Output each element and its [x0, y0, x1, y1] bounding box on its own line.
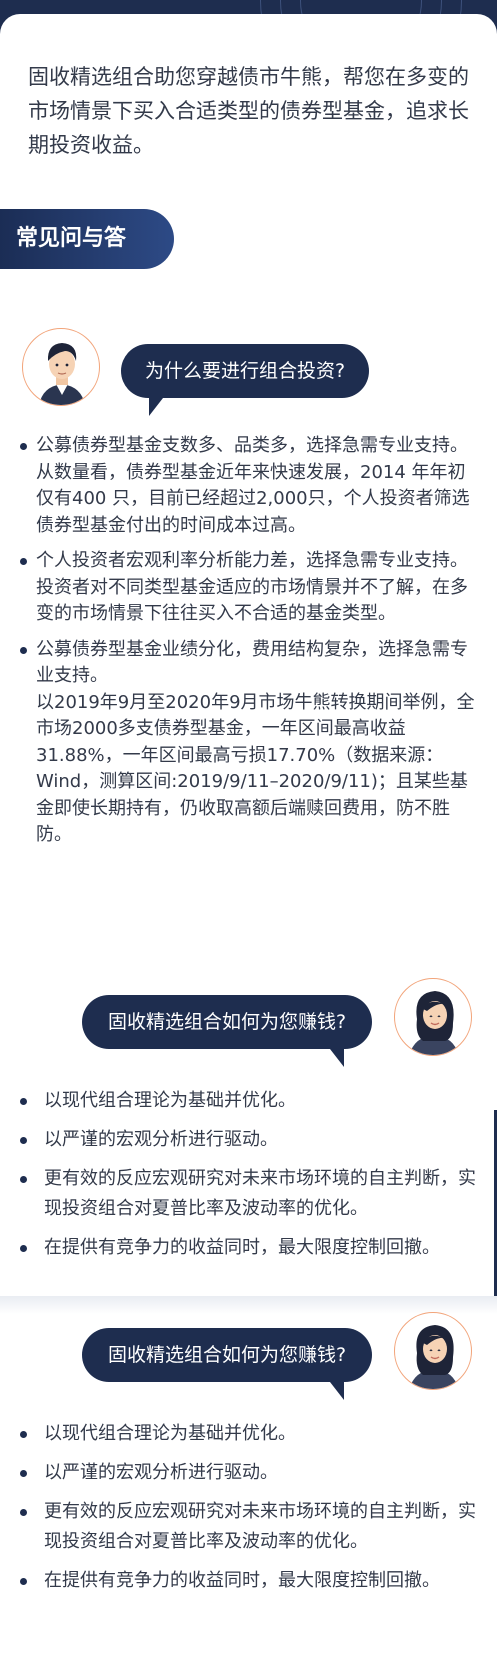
point-text: 以严谨的宏观分析进行驱动。: [44, 1462, 278, 1483]
list-item: 个人投资者宏观利率分析能力差，选择急需专业支持。 投资者对不同类型基金适应的市场…: [20, 548, 475, 628]
reason-heading: 公募债券型基金支数多、品类多，选择急需专业支持。: [36, 435, 468, 456]
bullet-icon: [20, 1176, 27, 1183]
reason-heading: 公募债券型基金业绩分化，费用结构复杂，选择急需专业支持。: [36, 638, 468, 687]
bullet-icon: [20, 1137, 27, 1144]
list-item: 以现代组合理论为基础并优化。: [20, 1086, 480, 1116]
bullet-icon: [20, 1245, 27, 1252]
point-text: 以现代组合理论为基础并优化。: [44, 1090, 296, 1111]
bullet-icon: [20, 1431, 27, 1438]
reason-detail: 从数量看，债券型基金近年来快速发展，2014 年年初仅有400 只，目前已经超过…: [36, 461, 470, 536]
reasons-list: 公募债券型基金支数多、品类多，选择急需专业支持。 从数量看，债券型基金近年来快速…: [20, 433, 475, 858]
bullet-icon: [20, 1470, 27, 1477]
bullet-icon: [20, 1578, 27, 1585]
bullet-icon: [20, 646, 27, 654]
reason-detail: 以2019年9月至2020年9月市场牛熊转换期间举例，全市场2000多支债券型基…: [36, 691, 475, 846]
point-text: 在提供有竞争力的收益同时，最大限度控制回撤。: [44, 1237, 440, 1258]
list-item: 公募债券型基金业绩分化，费用结构复杂，选择急需专业支持。 以2019年9月至20…: [20, 637, 475, 849]
list-item: 公募债券型基金支数多、品类多，选择急需专业支持。 从数量看，债券型基金近年来快速…: [20, 433, 475, 539]
bubble-tail: [324, 1382, 344, 1400]
point-text: 在提供有竞争力的收益同时，最大限度控制回撤。: [44, 1570, 440, 1591]
points-list-1: 以现代组合理论为基础并优化。 以严谨的宏观分析进行驱动。 更有效的反应宏观研究对…: [20, 1086, 480, 1272]
list-item: 以现代组合理论为基础并优化。: [20, 1419, 480, 1449]
bullet-icon: [20, 443, 27, 450]
section-divider: [0, 1296, 497, 1314]
question-bubble-3: 固收精选组合如何为您赚钱?: [82, 1328, 372, 1400]
question-bubble-1: 为什么要进行组合投资?: [121, 344, 369, 416]
point-text: 更有效的反应宏观研究对未来市场环境的自主判断，实现投资组合对夏普比率及波动率的优…: [44, 1168, 476, 1219]
woman-avatar-icon: [394, 978, 472, 1056]
bubble-tail: [324, 1049, 344, 1067]
list-item: 在提供有竞争力的收益同时，最大限度控制回撤。: [20, 1233, 480, 1263]
bullet-icon: [20, 1098, 27, 1105]
question-2-text: 固收精选组合如何为您赚钱?: [107, 1011, 347, 1033]
question-3-text: 固收精选组合如何为您赚钱?: [107, 1344, 347, 1366]
list-item: 以严谨的宏观分析进行驱动。: [20, 1125, 480, 1155]
faq-section-title: 常见问与答: [0, 209, 174, 269]
list-item: 在提供有竞争力的收益同时，最大限度控制回撤。: [20, 1566, 480, 1596]
bullet-icon: [20, 1509, 27, 1516]
man-avatar-icon: [22, 328, 100, 406]
bullet-icon: [20, 558, 27, 565]
reason-detail: 投资者对不同类型基金适应的市场情景并不了解，在多变的市场情景下往往买入不合适的基…: [36, 576, 468, 625]
woman-avatar-icon: [394, 1312, 472, 1390]
point-text: 以严谨的宏观分析进行驱动。: [44, 1129, 278, 1150]
list-item: 更有效的反应宏观研究对未来市场环境的自主判断，实现投资组合对夏普比率及波动率的优…: [20, 1164, 480, 1224]
point-text: 以现代组合理论为基础并优化。: [44, 1423, 296, 1444]
points-list-2: 以现代组合理论为基础并优化。 以严谨的宏观分析进行驱动。 更有效的反应宏观研究对…: [20, 1419, 480, 1605]
point-text: 更有效的反应宏观研究对未来市场环境的自主判断，实现投资组合对夏普比率及波动率的优…: [44, 1501, 476, 1552]
reason-heading: 个人投资者宏观利率分析能力差，选择急需专业支持。: [36, 550, 468, 571]
list-item: 更有效的反应宏观研究对未来市场环境的自主判断，实现投资组合对夏普比率及波动率的优…: [20, 1497, 480, 1557]
bubble-tail: [149, 398, 169, 416]
question-1-text: 为什么要进行组合投资?: [144, 360, 346, 382]
question-bubble-2: 固收精选组合如何为您赚钱?: [82, 995, 372, 1067]
intro-text: 固收精选组合助您穿越债市牛熊，帮您在多变的市场情景下买入合适类型的债券型基金，追…: [28, 65, 469, 157]
list-item: 以严谨的宏观分析进行驱动。: [20, 1458, 480, 1488]
